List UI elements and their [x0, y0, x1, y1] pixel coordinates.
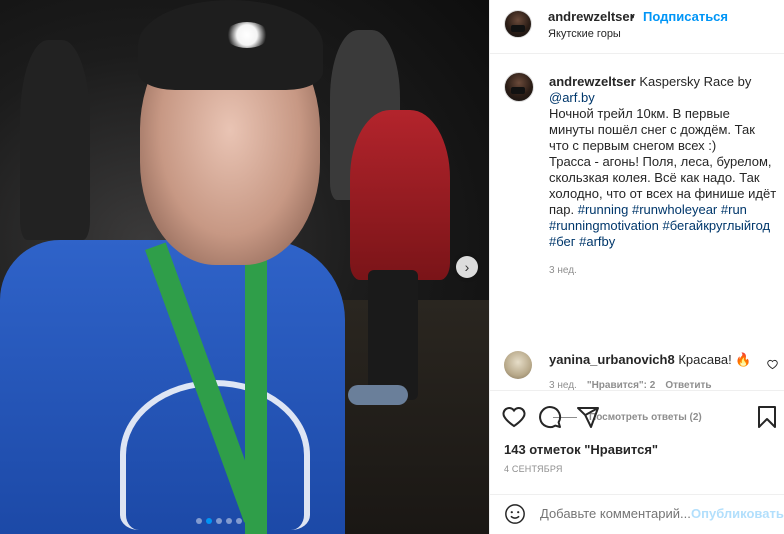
post-panel: andrewzeltser • Подписаться Якутские гор…: [489, 0, 784, 534]
avatar[interactable]: [504, 351, 532, 379]
comment-body: Красава! 🔥: [678, 352, 752, 367]
carousel-dot: [196, 518, 202, 524]
comment-username[interactable]: yanina_urbanovich8: [549, 352, 675, 367]
hashtag-link[interactable]: #runwholeyear: [632, 202, 717, 217]
post-date: 4 СЕНТЯБРЯ: [504, 464, 563, 474]
avatar[interactable]: [504, 72, 534, 102]
post-header: andrewzeltser • Подписаться Якутские гор…: [490, 0, 784, 54]
hashtag-link[interactable]: #бегайкруглыйгод: [662, 218, 770, 233]
headlamp-light: [225, 22, 269, 48]
mention-link[interactable]: @arf.by: [549, 90, 595, 105]
comment-text: yanina_urbanovich8 Красава! 🔥: [549, 352, 759, 368]
location-link[interactable]: Якутские горы: [548, 28, 621, 40]
post-photo[interactable]: ›: [0, 0, 489, 534]
runner-legs: [368, 270, 418, 400]
bookmark-icon[interactable]: [755, 405, 779, 429]
add-comment-bar: Опубликовать: [490, 494, 784, 534]
action-bar: [490, 390, 784, 444]
author-username[interactable]: andrewzeltser: [548, 9, 635, 24]
comment-input[interactable]: [540, 506, 690, 521]
caption-time[interactable]: 3 нед.: [549, 265, 577, 276]
caption-username[interactable]: andrewzeltser: [549, 74, 636, 89]
hashtag-link[interactable]: #бег: [549, 234, 576, 249]
cap: [138, 0, 323, 90]
carousel-dot-active: [206, 518, 212, 524]
heart-icon[interactable]: [502, 405, 526, 429]
avatar[interactable]: [504, 10, 532, 38]
carousel-dot: [236, 518, 242, 524]
carousel-dots: [196, 518, 242, 524]
background-person: [20, 40, 90, 240]
hashtag-link[interactable]: #arfby: [579, 234, 615, 249]
hashtag-link[interactable]: #running: [578, 202, 629, 217]
emoji-icon[interactable]: [504, 503, 526, 525]
runner-red-jacket: [350, 110, 450, 280]
runner-shoes: [348, 385, 408, 405]
follow-button[interactable]: Подписаться: [643, 9, 728, 24]
likes-count[interactable]: 143 отметок "Нравится": [504, 442, 658, 457]
heart-icon[interactable]: [767, 359, 778, 373]
separator-bullet: •: [630, 9, 635, 24]
hashtag-link[interactable]: #runningmotivation: [549, 218, 659, 233]
share-icon[interactable]: [576, 405, 600, 429]
carousel-dot: [216, 518, 222, 524]
chevron-right-icon[interactable]: ›: [456, 256, 478, 278]
caption-lead: Kaspersky Race by: [639, 74, 752, 89]
lanyard-right: [245, 250, 267, 534]
carousel-dot: [226, 518, 232, 524]
hashtag-link[interactable]: #run: [721, 202, 747, 217]
comment-icon[interactable]: [538, 405, 562, 429]
caption-paragraph-1: Ночной трейл 10км. В первые минуты пошёл…: [549, 106, 755, 153]
publish-button[interactable]: Опубликовать: [691, 506, 784, 521]
caption: andrewzeltser Kaspersky Race by @arf.by …: [490, 54, 784, 423]
caption-text: andrewzeltser Kaspersky Race by @arf.by …: [549, 74, 777, 250]
